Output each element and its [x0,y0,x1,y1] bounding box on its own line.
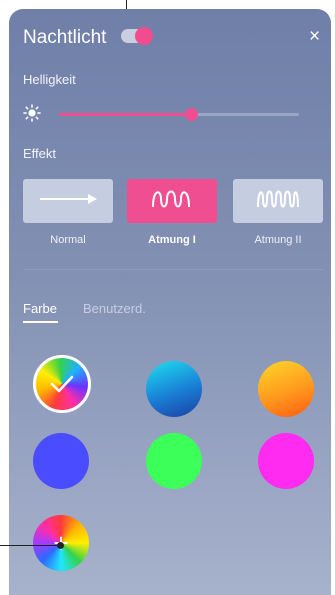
color-swatch-blue[interactable] [146,361,202,417]
effect-atmung2-label: Atmung II [254,234,302,246]
effect-atmung1-button[interactable] [127,179,217,223]
toggle-knob [135,27,153,45]
brightness-label: Helligkeit [23,72,76,87]
panel-title: Nachtlicht [23,27,107,48]
wave-fast-icon [256,187,300,216]
effect-label: Effekt [23,146,57,161]
effect-normal-label: Normal [50,234,86,246]
night-light-panel: Nachtlicht × Helligkeit Effekt Normal At… [9,9,331,595]
night-light-toggle[interactable] [121,27,153,45]
arrow-right-icon [38,192,98,210]
color-swatch-indigo[interactable] [33,433,89,489]
effect-atmung1-label: Atmung I [148,234,196,246]
tab-active-underline [23,321,58,323]
brightness-slider-fill [59,113,191,116]
section-divider [23,269,323,270]
brightness-slider[interactable] [59,108,299,121]
brightness-slider-thumb[interactable] [185,108,198,121]
color-swatch-rainbow[interactable] [33,355,91,413]
close-icon[interactable]: × [309,27,320,46]
callout-line-left [0,545,60,546]
effect-atmung2-button[interactable] [233,179,323,223]
checkmark-icon [36,358,88,410]
tab-farbe[interactable]: Farbe [23,301,57,316]
wave-icon [151,187,193,216]
sun-icon [23,104,41,125]
effect-normal-button[interactable] [23,179,113,223]
color-swatch-magenta[interactable] [258,433,314,489]
color-swatch-green[interactable] [146,433,202,489]
color-swatch-orange[interactable] [258,361,314,417]
callout-dot-left [57,542,64,549]
tab-benutzerdefiniert[interactable]: Benutzerd. [83,301,146,316]
